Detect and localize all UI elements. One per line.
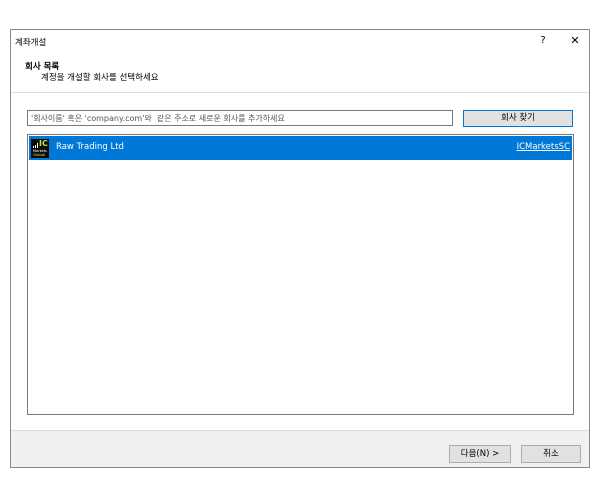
next-button-label: 다음(N) > xyxy=(460,449,500,459)
page-subtitle: 계정을 개설할 회사를 선택하세요 xyxy=(41,73,159,83)
header-divider xyxy=(11,92,589,93)
find-company-button[interactable]: 회사 찾기 xyxy=(463,110,573,127)
help-button[interactable]: ? xyxy=(535,33,551,49)
company-name: Raw Trading Ltd xyxy=(56,142,124,152)
logo-global-text: Global xyxy=(33,152,46,157)
company-server-link[interactable]: ICMarketsSC xyxy=(517,142,570,152)
company-list[interactable]: IC Markets Global Raw Trading Ltd ICMark… xyxy=(27,134,574,415)
cancel-button[interactable]: 취소 xyxy=(521,445,581,463)
cancel-button-label: 취소 xyxy=(543,449,559,459)
close-button[interactable]: ✕ xyxy=(567,33,583,49)
next-button[interactable]: 다음(N) > xyxy=(449,445,511,463)
icmarkets-logo-icon: IC Markets Global xyxy=(31,139,49,158)
account-open-dialog: 계좌개설 ? ✕ 회사 목록 계정을 개설할 회사를 선택하세요 회사 찾기 I… xyxy=(10,29,590,468)
find-company-button-label: 회사 찾기 xyxy=(501,113,535,123)
list-item[interactable]: IC Markets Global Raw Trading Ltd ICMark… xyxy=(29,136,572,160)
wizard-header: 회사 목록 계정을 개설할 회사를 선택하세요 xyxy=(11,52,589,92)
logo-ic-text: IC xyxy=(39,139,48,148)
title-bar: 계좌개설 ? ✕ xyxy=(11,30,589,52)
company-search-input[interactable] xyxy=(27,110,453,126)
window-title: 계좌개설 xyxy=(15,38,47,48)
